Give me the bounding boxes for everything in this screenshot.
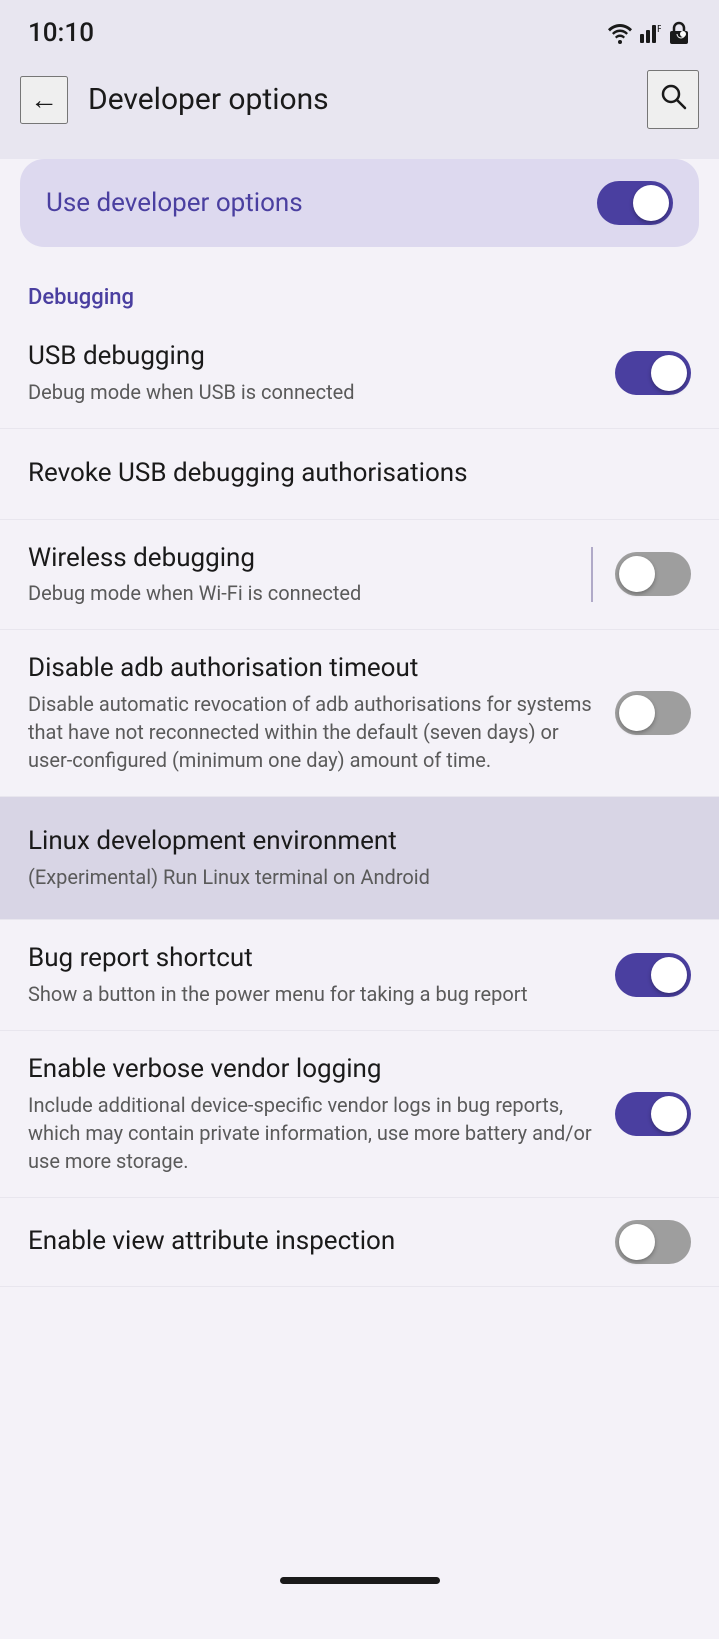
settings-item-title-bug-report: Bug report shortcut: [28, 942, 595, 976]
lock-icon: [667, 21, 691, 45]
toggle-knob: [619, 1224, 655, 1260]
use-developer-options-label: Use developer options: [46, 188, 303, 218]
toggle-knob: [619, 695, 655, 731]
toggle-bug-report[interactable]: [615, 953, 691, 997]
vertical-divider: [591, 547, 593, 602]
settings-item-usb-debugging[interactable]: USB debugging Debug mode when USB is conn…: [0, 318, 719, 429]
toggle-usb-debugging[interactable]: [615, 351, 691, 395]
settings-item-title-view-attr: Enable view attribute inspection: [28, 1225, 595, 1259]
settings-item-text-usb-debugging: USB debugging Debug mode when USB is conn…: [28, 340, 615, 406]
toggle-knob: [651, 1096, 687, 1132]
toggle-verbose-logging[interactable]: [615, 1092, 691, 1136]
settings-item-bug-report[interactable]: Bug report shortcut Show a button in the …: [0, 920, 719, 1031]
debugging-section-header: Debugging: [0, 265, 719, 318]
toggle-knob: [619, 556, 655, 592]
settings-item-text-adb-timeout: Disable adb authorisation timeout Disable…: [28, 652, 615, 774]
settings-item-revoke-usb[interactable]: Revoke USB debugging authorisations: [0, 429, 719, 520]
settings-item-title-verbose-logging: Enable verbose vendor logging: [28, 1053, 595, 1087]
settings-item-text-wireless-debugging: Wireless debugging Debug mode when Wi-Fi …: [28, 542, 591, 608]
use-developer-options-card[interactable]: Use developer options: [20, 159, 699, 247]
settings-item-subtitle-usb-debugging: Debug mode when USB is connected: [28, 378, 595, 406]
app-bar: ← Developer options: [0, 58, 719, 141]
settings-item-divider-wireless-debugging: [591, 547, 691, 602]
page-title: Developer options: [88, 82, 627, 117]
settings-item-title-adb-timeout: Disable adb authorisation timeout: [28, 652, 595, 686]
settings-item-subtitle-adb-timeout: Disable automatic revocation of adb auth…: [28, 690, 595, 774]
svg-text:R: R: [657, 24, 661, 35]
settings-item-text-verbose-logging: Enable verbose vendor logging Include add…: [28, 1053, 615, 1175]
toggle-wireless-debugging[interactable]: [615, 552, 691, 596]
search-icon: [657, 80, 689, 112]
content-area: Use developer options Debugging USB debu…: [0, 159, 719, 1639]
bottom-nav-indicator: [280, 1577, 440, 1584]
settings-item-verbose-logging[interactable]: Enable verbose vendor logging Include add…: [0, 1031, 719, 1198]
settings-item-title-linux-dev: Linux development environment: [28, 825, 671, 859]
settings-item-title-wireless-debugging: Wireless debugging: [28, 542, 571, 576]
toggle-view-attr[interactable]: [615, 1220, 691, 1264]
settings-item-subtitle-bug-report: Show a button in the power menu for taki…: [28, 980, 595, 1008]
settings-item-title-revoke-usb: Revoke USB debugging authorisations: [28, 457, 671, 491]
settings-item-text-linux-dev: Linux development environment (Experiment…: [28, 825, 691, 891]
signal-icon: R: [639, 22, 661, 44]
back-button[interactable]: ←: [20, 76, 68, 124]
settings-item-linux-dev[interactable]: Linux development environment (Experiment…: [0, 797, 719, 920]
toggle-adb-timeout[interactable]: [615, 691, 691, 735]
toggle-knob: [651, 355, 687, 391]
status-icons: R: [607, 21, 691, 45]
settings-item-text-bug-report: Bug report shortcut Show a button in the …: [28, 942, 615, 1008]
use-developer-options-toggle[interactable]: [597, 181, 673, 225]
settings-item-adb-timeout[interactable]: Disable adb authorisation timeout Disable…: [0, 630, 719, 797]
toggle-knob: [651, 957, 687, 993]
status-bar: 10:10 R: [0, 0, 719, 58]
settings-item-text-revoke-usb: Revoke USB debugging authorisations: [28, 457, 691, 491]
toggle-knob: [633, 185, 669, 221]
settings-item-subtitle-wireless-debugging: Debug mode when Wi-Fi is connected: [28, 579, 571, 607]
settings-item-wireless-debugging[interactable]: Wireless debugging Debug mode when Wi-Fi …: [0, 520, 719, 631]
status-time: 10:10: [28, 18, 94, 48]
settings-item-title-usb-debugging: USB debugging: [28, 340, 595, 374]
settings-item-view-attr[interactable]: Enable view attribute inspection: [0, 1198, 719, 1287]
settings-item-subtitle-linux-dev: (Experimental) Run Linux terminal on And…: [28, 863, 671, 891]
settings-list: USB debugging Debug mode when USB is conn…: [0, 318, 719, 1287]
settings-item-subtitle-verbose-logging: Include additional device-specific vendo…: [28, 1091, 595, 1175]
search-button[interactable]: [647, 70, 699, 129]
wifi-icon: [607, 22, 633, 44]
settings-item-text-view-attr: Enable view attribute inspection: [28, 1225, 615, 1259]
